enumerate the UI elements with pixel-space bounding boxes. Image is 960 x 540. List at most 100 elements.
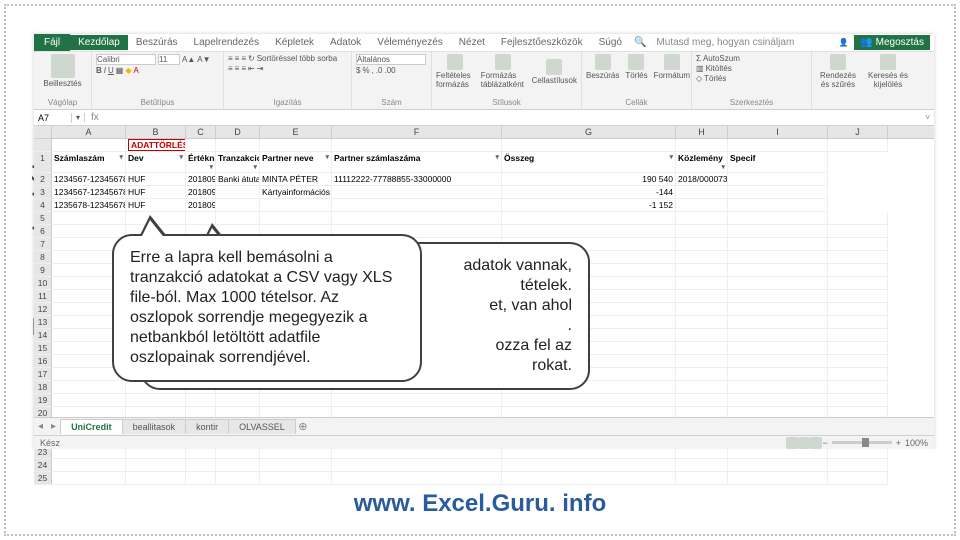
tellme-text[interactable]: Mutasd meg, hogyan csináljam [656,37,794,48]
cell[interactable] [828,368,888,381]
cell[interactable]: Banki átutalás [216,173,260,186]
share-button[interactable]: 👥 Megosztás [854,35,930,50]
cell[interactable]: -1 152 [502,199,676,212]
cell[interactable] [828,394,888,407]
cell[interactable] [828,303,888,316]
zoom-slider[interactable] [832,441,892,444]
filter-icon[interactable]: ▾ [179,153,183,161]
filter-icon[interactable]: ▾ [495,153,499,161]
cell[interactable] [216,472,260,485]
cell[interactable] [728,290,828,303]
hdr-trtipus[interactable]: Tranzakció típusa▾ [216,152,260,173]
orientation-icon[interactable]: ↻ [248,54,255,63]
selectall-corner[interactable] [34,126,52,138]
cell[interactable] [728,277,828,290]
cell[interactable] [676,381,728,394]
hdr-partnerneve[interactable]: Partner neve▾ [260,152,332,173]
cell[interactable] [52,472,126,485]
hdr-szamlaszam[interactable]: Számlaszám▾ [52,152,126,173]
cell[interactable] [728,459,828,472]
cell[interactable] [260,459,332,472]
view-pagebreak-icon[interactable] [810,437,822,449]
cell[interactable] [728,251,828,264]
cell[interactable] [676,316,728,329]
cell[interactable] [728,355,828,368]
adattorles-button[interactable]: ADATTÖRLÉS [128,139,186,151]
cell[interactable] [260,394,332,407]
cell[interactable] [216,186,260,199]
cell[interactable] [828,342,888,355]
sheet-tab-kontir[interactable]: kontir [185,419,229,434]
grow-font-icon[interactable]: A▲ [182,55,195,64]
align-bot-icon[interactable]: ≡ [241,54,246,63]
cell[interactable] [260,472,332,485]
cell[interactable]: 2018/000073 [676,173,728,186]
cell[interactable]: 1234567-12345678- [52,173,126,186]
cell[interactable]: 190 540 [502,173,676,186]
tab-fejlesztoeszk[interactable]: Fejlesztőeszközök [493,35,591,50]
cell[interactable] [216,199,260,212]
find-icon[interactable] [880,54,896,70]
rowhead-8[interactable]: 8 [34,251,52,264]
tab-file[interactable]: Fájl [34,34,70,51]
cell[interactable]: HUF [126,186,186,199]
col-D[interactable]: D [216,126,260,138]
col-G[interactable]: G [502,126,676,138]
delete-cells-icon[interactable] [628,54,644,70]
cell[interactable]: Kártyainformációs SMS díj 08. havi elszá… [260,186,332,199]
cell[interactable] [676,199,728,212]
cell[interactable] [728,264,828,277]
cell[interactable] [260,199,332,212]
col-C[interactable]: C [186,126,216,138]
cell[interactable] [828,212,888,225]
cell[interactable] [728,472,828,485]
align-mid-icon[interactable]: ≡ [235,54,240,63]
table-row[interactable]: 3 1234567-12345678- HUF 20180910 Kártyai… [34,186,934,199]
fill-icon[interactable]: ▥ [696,64,704,73]
table-row[interactable]: 5 [34,212,934,225]
cell[interactable] [676,303,728,316]
rowhead-1[interactable]: 1 [34,152,52,173]
filter-icon[interactable]: ▾ [119,153,123,161]
italic-icon[interactable]: I [104,66,106,75]
sheet-tab-beallitasok[interactable]: beallitasok [122,419,187,434]
insert-cells-icon[interactable] [595,54,611,70]
filter-icon[interactable]: ▾ [721,163,725,171]
cell[interactable] [332,472,502,485]
rowhead-2[interactable]: 2 [34,173,52,186]
cell[interactable] [332,394,502,407]
rowhead-6[interactable]: 6 [34,225,52,238]
zoom-controls[interactable]: − + 100% [822,438,928,448]
cell[interactable] [676,368,728,381]
format-cells-icon[interactable] [664,54,680,70]
align-top-icon[interactable]: ≡ [228,54,233,63]
cell[interactable] [502,394,676,407]
cell[interactable] [52,225,126,238]
tab-beszuras[interactable]: Beszúrás [128,35,186,50]
cell[interactable] [728,199,828,212]
cell[interactable] [728,381,828,394]
cell[interactable]: 20180910 [186,186,216,199]
sheet-tab-unicredit[interactable]: UniCredit [60,419,123,434]
cell[interactable] [126,472,186,485]
sheet-nav-prev-icon[interactable]: ◂ [34,421,47,432]
align-center-icon[interactable]: ≡ [235,64,240,73]
cell[interactable] [502,459,676,472]
cell[interactable] [728,173,828,186]
user-avatar-icon[interactable]: 👤 [838,38,848,47]
zoom-percent[interactable]: 100% [905,438,928,448]
cell[interactable]: HUF [126,173,186,186]
hdr-kozlemeny[interactable]: Közlemény▾ [676,152,728,173]
view-normal-icon[interactable] [786,437,798,449]
cell[interactable] [828,225,888,238]
cell[interactable] [828,329,888,342]
dec-dec-icon[interactable]: .00 [384,66,395,75]
cell[interactable]: 1235678-12345678- [52,199,126,212]
filter-icon[interactable]: ▾ [325,153,329,161]
add-sheet-button[interactable]: ⊕ [295,420,311,433]
tab-lapelrendezes[interactable]: Lapelrendezés [186,35,268,50]
indent-inc-icon[interactable]: ⇥ [257,64,264,73]
cell[interactable] [186,394,216,407]
rowhead-blank[interactable] [34,139,52,152]
cell[interactable] [52,394,126,407]
